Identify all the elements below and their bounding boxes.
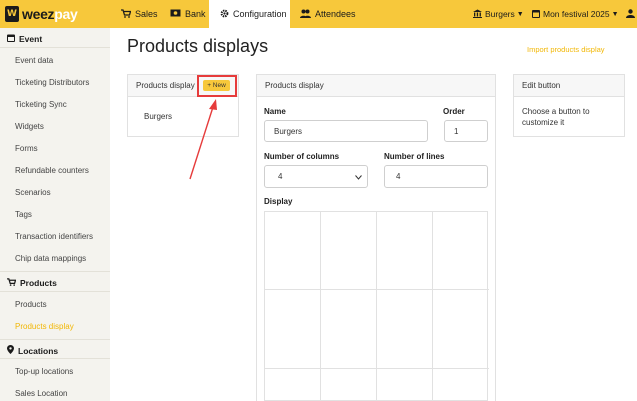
nav-bank[interactable]: Bank — [170, 0, 206, 28]
lines-label: Number of lines — [384, 152, 445, 161]
map-marker-icon — [7, 345, 14, 356]
sidebar-item-products-display[interactable]: Products display — [15, 322, 74, 331]
lines-input[interactable]: 4 — [384, 165, 488, 188]
divider — [0, 291, 110, 292]
columns-select[interactable]: 4 — [264, 165, 368, 188]
sidebar-section-products: Products — [7, 278, 57, 288]
caret-down-icon: ▼ — [516, 10, 524, 18]
divider — [0, 358, 110, 359]
sidebar-section-locations: Locations — [7, 345, 58, 356]
grid-row-divider — [265, 368, 489, 369]
calendar-icon — [532, 9, 540, 20]
event-selector-label: Mon festival 2025 — [543, 9, 610, 19]
sidebar-item-refundable-counters[interactable]: Refundable counters — [15, 166, 89, 175]
display-label: Display — [264, 197, 293, 206]
cart-icon — [121, 8, 132, 20]
nav-attendees-label: Attendees — [315, 9, 356, 19]
users-icon — [300, 9, 311, 20]
sidebar-item-tags[interactable]: Tags — [15, 210, 32, 219]
name-label: Name — [264, 107, 286, 116]
gear-icon — [220, 9, 229, 20]
divider — [0, 47, 110, 48]
caret-down-icon: ▼ — [611, 10, 619, 18]
grid-column-divider — [376, 212, 377, 401]
divider — [0, 271, 110, 272]
display-grid[interactable] — [264, 211, 489, 401]
sidebar-item-forms[interactable]: Forms — [15, 144, 38, 153]
edit-button-hint: Choose a button to customize it — [522, 107, 590, 127]
sidebar-item-event-data[interactable]: Event data — [15, 56, 53, 65]
nav-configuration[interactable]: Configuration — [209, 0, 290, 28]
cart-icon — [7, 278, 17, 288]
page-title: Products displays — [127, 36, 269, 56]
sidebar-item-ticketing-sync[interactable]: Ticketing Sync — [15, 100, 67, 109]
name-input[interactable]: Burgers — [264, 120, 428, 142]
list-item[interactable]: Burgers — [144, 112, 172, 121]
edit-button-panel-header: Edit button — [514, 75, 624, 97]
grid-row-divider — [265, 289, 489, 290]
nav-configuration-label: Configuration — [233, 9, 287, 19]
nav-bank-label: Bank — [185, 9, 206, 19]
nav-sales[interactable]: Sales — [121, 0, 158, 28]
nav-sales-label: Sales — [135, 9, 158, 19]
order-label: Order — [443, 107, 465, 116]
sidebar-item-top-up-locations[interactable]: Top-up locations — [15, 367, 73, 376]
bank-building-icon — [473, 9, 482, 20]
sidebar-item-widgets[interactable]: Widgets — [15, 122, 44, 131]
sidebar-item-transaction-identifiers[interactable]: Transaction identifiers — [15, 232, 93, 241]
columns-select-value: 4 — [278, 172, 283, 181]
edit-button-panel: Edit button Choose a button to customize… — [513, 74, 625, 137]
annotation-arrow — [189, 99, 217, 180]
highlight-annotation-box — [197, 75, 237, 97]
user-icon — [626, 8, 635, 20]
shop-selector-label: Burgers — [485, 9, 515, 19]
logo-text-pay: pay — [54, 6, 78, 22]
grid-column-divider — [320, 212, 321, 401]
order-input[interactable]: 1 — [444, 120, 488, 142]
grid-column-divider — [432, 212, 433, 401]
sidebar-item-chip-data-mappings[interactable]: Chip data mappings — [15, 254, 86, 263]
calendar-icon — [7, 34, 15, 44]
sidebar: Event Event data Ticketing Distributors … — [0, 28, 110, 401]
sidebar-item-ticketing-distributors[interactable]: Ticketing Distributors — [15, 78, 89, 87]
nav-attendees[interactable]: Attendees — [300, 0, 356, 28]
sidebar-item-scenarios[interactable]: Scenarios — [15, 188, 51, 197]
sidebar-item-sales-location[interactable]: Sales Location — [15, 389, 67, 398]
import-products-display-link[interactable]: Import products display — [527, 45, 605, 54]
sidebar-item-products[interactable]: Products — [15, 300, 47, 309]
columns-label: Number of columns — [264, 152, 340, 161]
logo-text-weez: weez — [22, 6, 55, 22]
weezpay-logo[interactable]: W weez pay — [5, 5, 78, 23]
chevron-down-icon — [355, 173, 362, 182]
top-navbar: W weez pay Sales Bank Configuration Atten… — [0, 0, 637, 28]
logo-mark: W — [5, 6, 19, 22]
shop-selector[interactable]: Burgers ▼ — [473, 0, 524, 28]
event-selector[interactable]: Mon festival 2025 ▼ — [532, 0, 619, 28]
money-icon — [170, 9, 181, 19]
sidebar-section-event: Event — [7, 34, 42, 44]
user-menu[interactable] — [626, 0, 635, 28]
divider — [0, 339, 110, 340]
edit-panel-header: Products display — [257, 75, 495, 97]
